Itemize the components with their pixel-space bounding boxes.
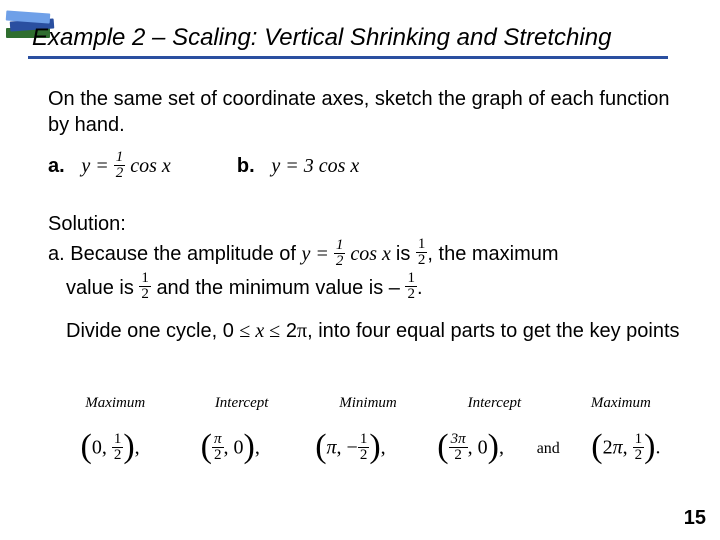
- equation-a: y = 12 cos x: [81, 155, 175, 177]
- kp-label: Intercept: [178, 395, 304, 412]
- kp-label: Maximum: [558, 395, 684, 412]
- kp-label: Minimum: [305, 395, 431, 412]
- key-points-block: Maximum Intercept Minimum Intercept Maxi…: [48, 395, 688, 468]
- page-number: 15: [684, 507, 706, 530]
- solution-a-line2: value is 12 and the minimum value is – 1…: [66, 273, 688, 304]
- key-point-2: (π2, 0),: [170, 430, 290, 468]
- divide-cycle-text: Divide one cycle, 0 ≤ x ≤ 2π, into four …: [66, 318, 688, 344]
- max-value: 12: [139, 271, 151, 302]
- key-point-1: (0, 12),: [50, 430, 170, 468]
- solution-heading: Solution:: [48, 211, 688, 237]
- kp-label: Maximum: [52, 395, 178, 412]
- eq-half-cosx: y = 12 cos x: [302, 243, 396, 265]
- key-point-5: (2π, 12).: [566, 430, 686, 468]
- equation-b: y = 3 cos x: [271, 155, 359, 177]
- equations-line: a. y = 12 cos x b. y = 3 cos x: [48, 152, 688, 183]
- min-value: 12: [405, 271, 417, 302]
- kp-label: Intercept: [431, 395, 557, 412]
- amplitude-value: 12: [416, 237, 428, 268]
- intro-text: On the same set of coordinate axes, sket…: [48, 86, 688, 138]
- label-b: b.: [237, 155, 255, 177]
- key-point-4: (3π2, 0),: [411, 430, 531, 468]
- key-point-3: (π, −12),: [290, 430, 410, 468]
- kp-and: and: [531, 440, 566, 458]
- slide-title: Example 2 – Scaling: Vertical Shrinking …: [28, 24, 668, 59]
- solution-a-line1: a. Because the amplitude of y = 12 cos x…: [48, 239, 688, 271]
- label-a: a.: [48, 155, 65, 177]
